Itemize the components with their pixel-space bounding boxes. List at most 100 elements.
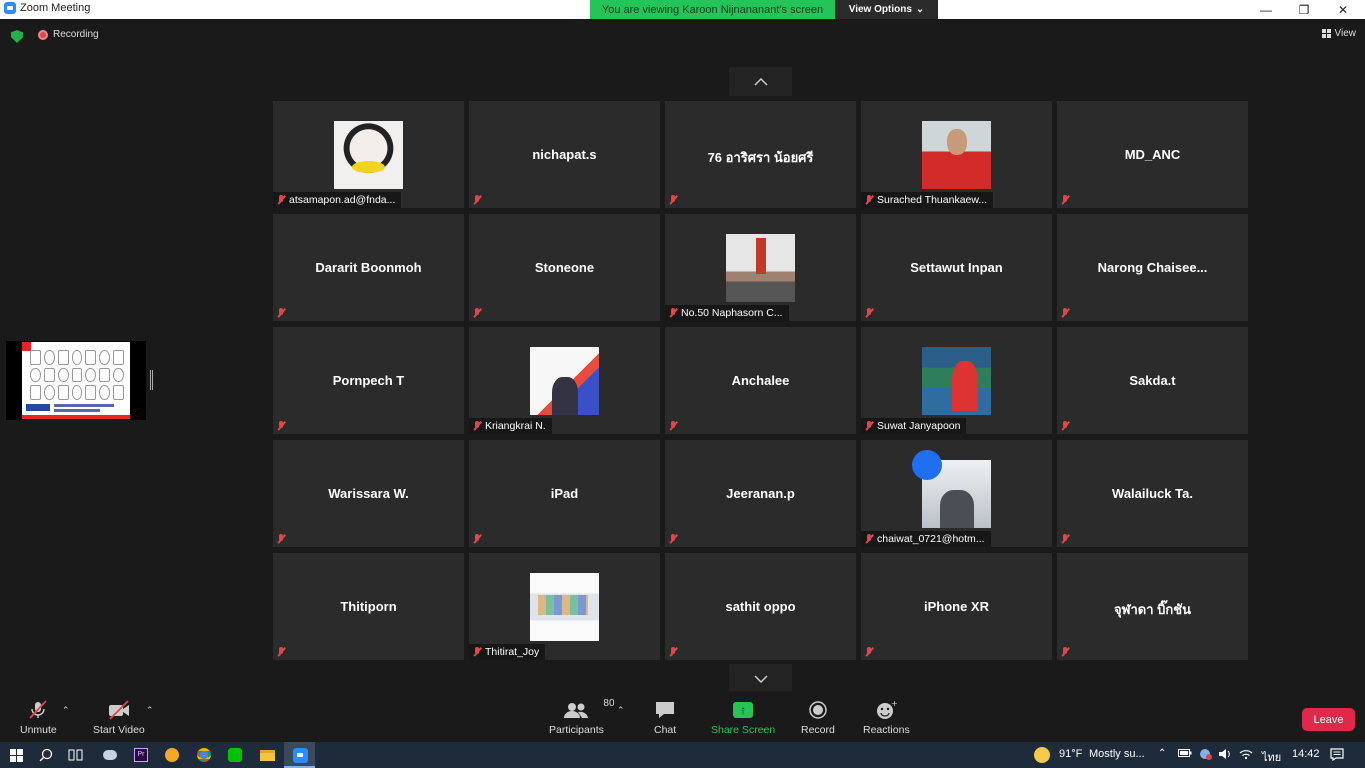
battery-icon[interactable] xyxy=(1178,748,1192,761)
participant-name: Kriangkrai N. xyxy=(485,420,546,432)
muted-mic-icon xyxy=(665,644,681,660)
reactions-button[interactable]: + Reactions xyxy=(863,700,910,736)
start-video-button[interactable]: Start Video xyxy=(93,700,145,736)
taskbar-app-weather[interactable] xyxy=(101,746,119,764)
leave-button[interactable]: Leave xyxy=(1302,708,1355,731)
reactions-icon: + xyxy=(875,700,897,720)
participant-tile[interactable]: Surached Thuankaew... xyxy=(861,101,1052,208)
muted-mic-icon xyxy=(861,418,877,434)
participant-tile[interactable]: Settawut Inpan xyxy=(861,214,1052,321)
taskbar-app-zoom[interactable] xyxy=(291,746,309,764)
chrome-icon xyxy=(197,748,211,762)
participant-name: Dararit Boonmoh xyxy=(315,260,422,275)
page-down-button[interactable] xyxy=(729,664,792,693)
video-options-caret-icon[interactable]: ⌃ xyxy=(146,705,154,716)
taskbar-app-explorer[interactable] xyxy=(258,746,276,764)
recording-indicator[interactable]: Recording xyxy=(38,29,99,40)
participant-video xyxy=(912,450,991,528)
security-shield-icon[interactable] xyxy=(11,30,23,43)
muted-mic-icon xyxy=(1057,305,1073,321)
chat-label: Chat xyxy=(654,724,677,736)
view-button[interactable]: View xyxy=(1321,28,1356,39)
unmute-button[interactable]: Unmute xyxy=(20,700,57,736)
muted-mic-icon xyxy=(273,644,289,660)
taskbar-app-premiere[interactable]: Pr xyxy=(132,746,150,764)
start-button[interactable] xyxy=(7,746,25,764)
task-view-icon xyxy=(68,749,83,761)
volume-icon[interactable] xyxy=(1218,748,1232,763)
close-button[interactable]: ✕ xyxy=(1324,0,1362,19)
chat-button[interactable]: Chat xyxy=(654,700,676,736)
participant-name: Sakda.t xyxy=(1129,373,1176,388)
participants-label: Participants xyxy=(549,724,604,736)
participant-name: atsamapon.ad@fnda... xyxy=(289,194,396,206)
participants-caret-icon[interactable]: ⌃ xyxy=(617,705,625,716)
participant-name: chaiwat_0721@hotm... xyxy=(877,533,985,545)
participant-tile[interactable]: Stoneone xyxy=(469,214,660,321)
windows-taskbar: Pr 91°F Mostly su... ⌃ ไทย 14:42 xyxy=(0,742,1365,768)
resize-handle[interactable] xyxy=(150,370,153,390)
participant-name-label: Thitirat_Joy xyxy=(469,644,546,660)
weather-temp[interactable]: 91°F xyxy=(1059,748,1082,760)
participant-tile[interactable]: iPad xyxy=(469,440,660,547)
restore-button[interactable]: ❐ xyxy=(1285,0,1323,19)
minimize-icon: — xyxy=(1260,2,1272,17)
wifi-icon[interactable] xyxy=(1239,748,1253,763)
taskbar-app-chrome[interactable] xyxy=(195,746,213,764)
participant-tile[interactable]: Walailuck Ta. xyxy=(1057,440,1248,547)
taskbar-app-orange[interactable] xyxy=(163,746,181,764)
participant-tile[interactable]: MD_ANC xyxy=(1057,101,1248,208)
participant-tile[interactable]: nichapat.s xyxy=(469,101,660,208)
participant-tile[interactable]: Kriangkrai N. xyxy=(469,327,660,434)
page-up-button[interactable] xyxy=(729,67,792,96)
participant-tile[interactable]: No.50 Naphasorn C... xyxy=(665,214,856,321)
show-hidden-icons-icon[interactable]: ⌃ xyxy=(1158,748,1166,759)
participant-name: Thitiporn xyxy=(340,599,397,614)
participant-tile[interactable]: Thitiporn xyxy=(273,553,464,660)
reactions-label: Reactions xyxy=(863,724,910,736)
cloud-icon xyxy=(103,750,117,760)
record-button[interactable]: Record xyxy=(801,700,835,736)
minimize-button[interactable]: — xyxy=(1247,0,1285,19)
participant-grid: atsamapon.ad@fnda... nichapat.s 76 อาริศรา… xyxy=(273,101,1249,660)
participant-tile[interactable]: 76 อาริศรา น้อยศรี xyxy=(665,101,856,208)
language-indicator[interactable]: ไทย xyxy=(1262,748,1281,766)
muted-mic-icon xyxy=(1057,531,1073,547)
clock[interactable]: 14:42 xyxy=(1292,748,1320,760)
task-view-button[interactable] xyxy=(67,746,85,764)
view-options-button[interactable]: View Options ⌄ xyxy=(835,0,938,19)
participant-tile[interactable]: Pornpech T xyxy=(273,327,464,434)
network-warning-icon[interactable] xyxy=(1198,748,1212,763)
audio-options-caret-icon[interactable]: ⌃ xyxy=(62,705,70,716)
participant-tile[interactable]: Narong Chaisee... xyxy=(1057,214,1248,321)
participant-tile[interactable]: atsamapon.ad@fnda... xyxy=(273,101,464,208)
record-label: Record xyxy=(801,724,835,736)
app-orange-icon xyxy=(165,748,179,762)
participant-tile[interactable]: chaiwat_0721@hotm... xyxy=(861,440,1052,547)
participant-tile[interactable]: จุฬาดา บิ๊กชัน xyxy=(1057,553,1248,660)
taskbar-app-line[interactable] xyxy=(226,746,244,764)
participants-button[interactable]: 80 Participants xyxy=(549,698,615,736)
notifications-icon[interactable] xyxy=(1330,748,1344,764)
participant-tile[interactable]: Anchalee xyxy=(665,327,856,434)
participant-name: Surached Thuankaew... xyxy=(877,194,988,206)
zoom-icon xyxy=(292,747,308,763)
participant-tile[interactable]: Warissara W. xyxy=(273,440,464,547)
weather-text[interactable]: Mostly su... xyxy=(1089,748,1145,760)
share-screen-button[interactable]: ↑ Share Screen xyxy=(711,700,775,736)
participant-tile[interactable]: Sakda.t xyxy=(1057,327,1248,434)
participant-tile[interactable]: iPhone XR xyxy=(861,553,1052,660)
search-button[interactable] xyxy=(37,746,55,764)
participant-tile[interactable]: Thitirat_Joy xyxy=(469,553,660,660)
participant-tile[interactable]: sathit oppo xyxy=(665,553,856,660)
participant-tile[interactable]: Jeeranan.p xyxy=(665,440,856,547)
svg-text:+: + xyxy=(891,700,897,708)
search-icon xyxy=(39,748,53,762)
participant-tile[interactable]: Dararit Boonmoh xyxy=(273,214,464,321)
restore-icon: ❐ xyxy=(1298,2,1310,17)
shared-screen-thumbnail[interactable] xyxy=(6,341,146,420)
weather-sun-icon[interactable] xyxy=(1034,747,1050,763)
participant-tile[interactable]: Suwat Janyapoon xyxy=(861,327,1052,434)
participant-name: Jeeranan.p xyxy=(726,486,795,501)
muted-mic-icon xyxy=(665,531,681,547)
